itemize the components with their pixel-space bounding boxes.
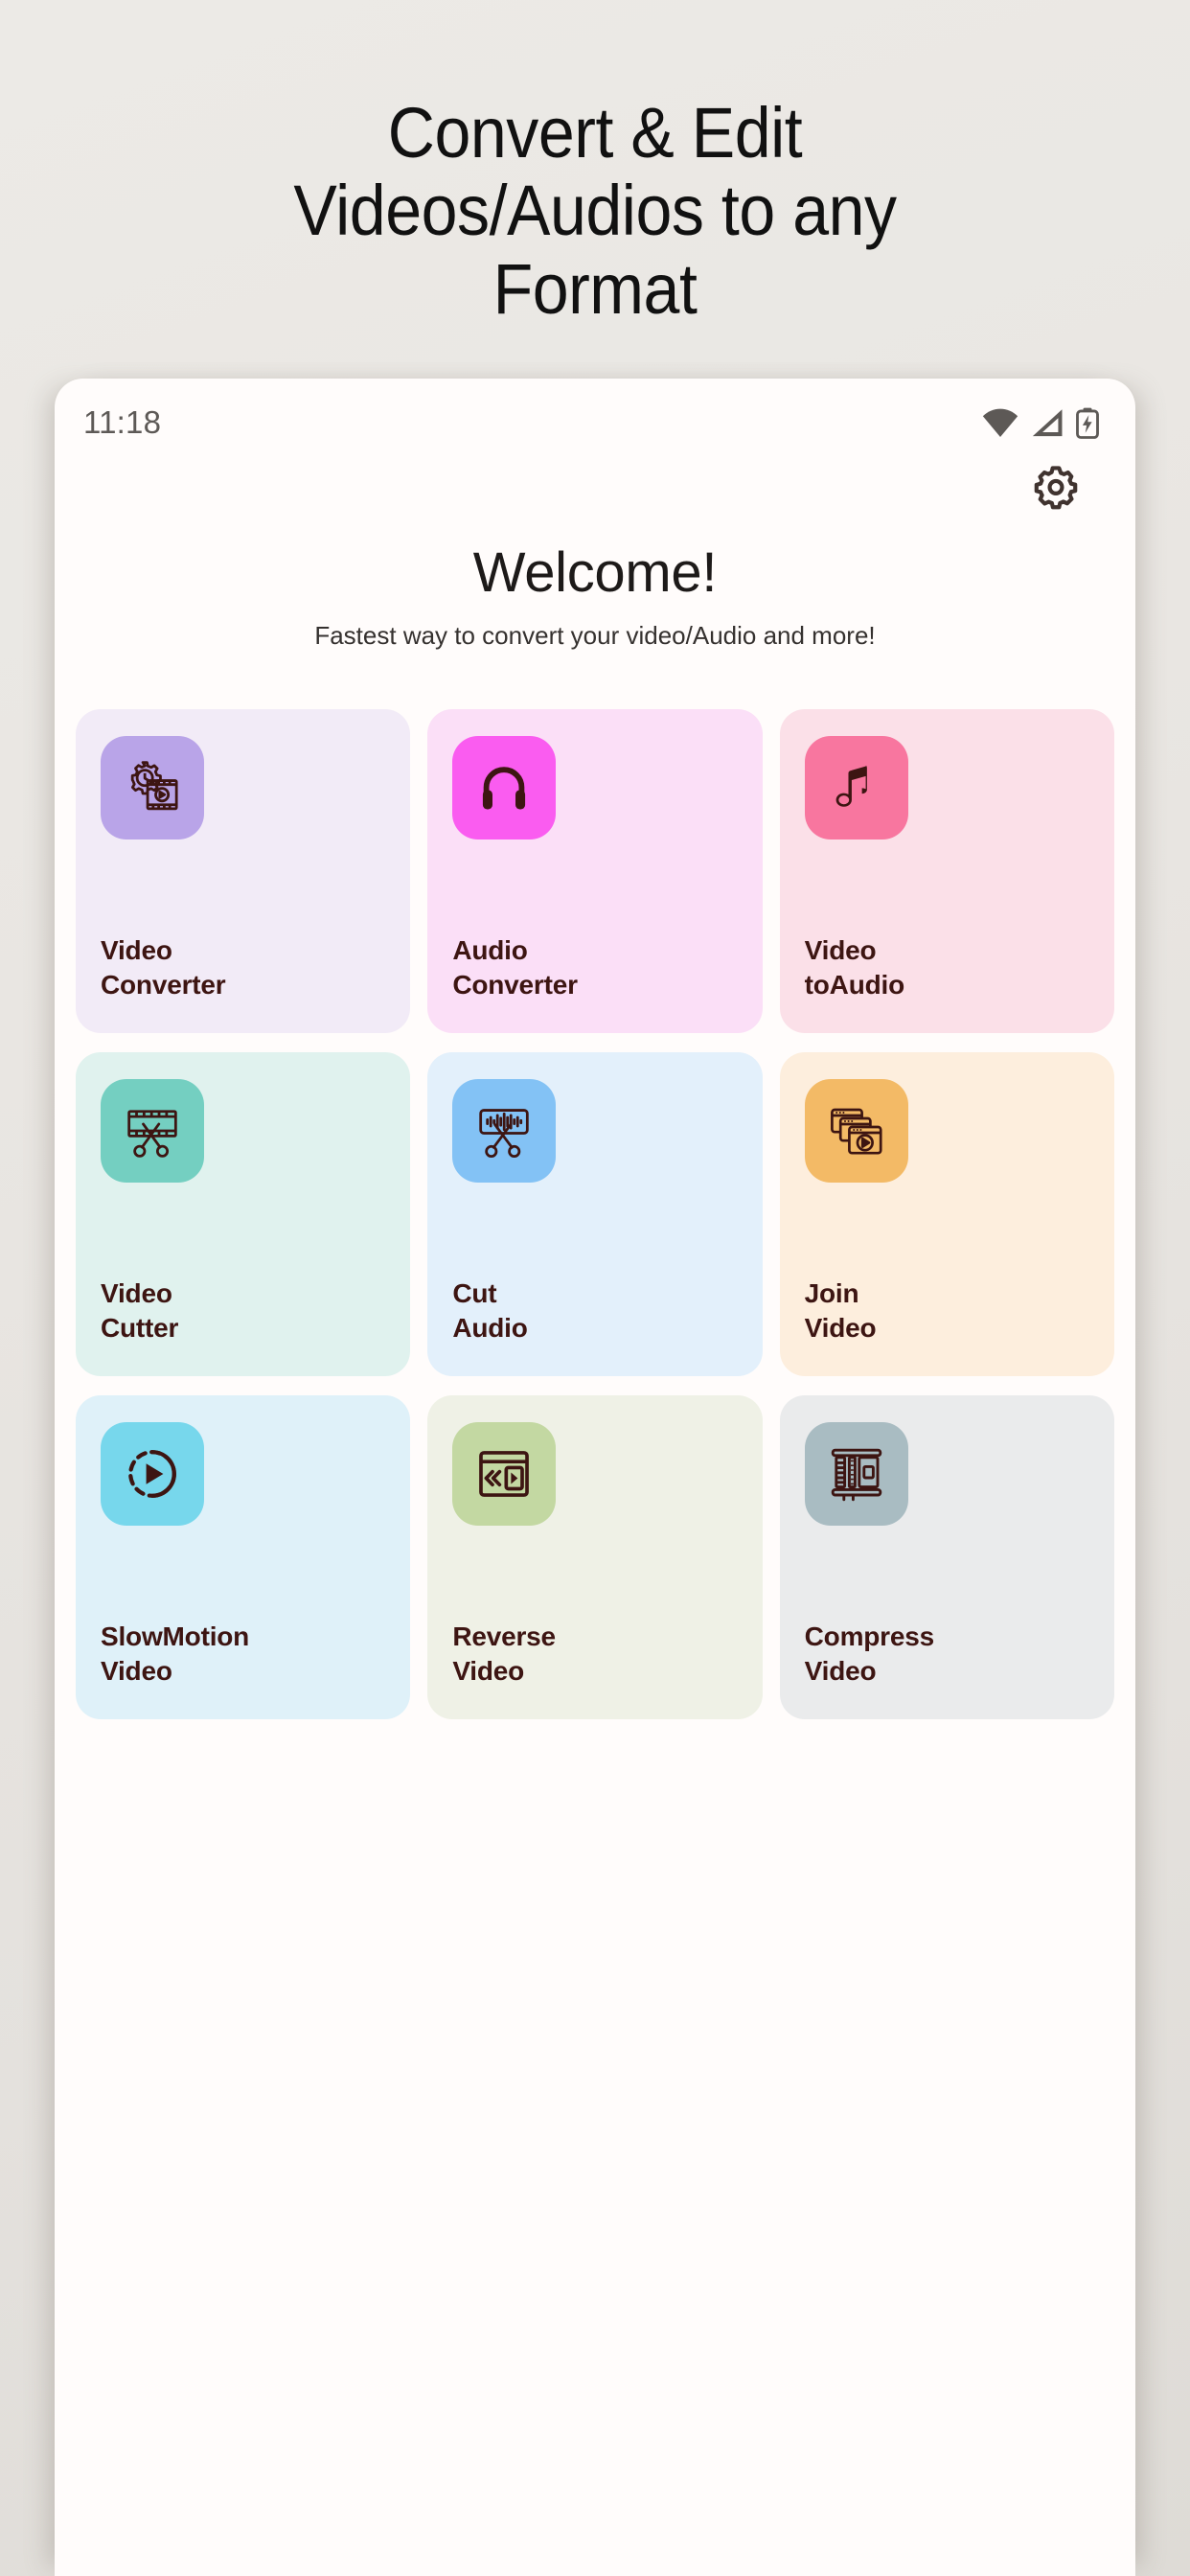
tile-label: Compress Video [804, 1622, 935, 1687]
status-bar: 11:18 [55, 379, 1135, 467]
tile-join-video[interactable]: Join Video [779, 1052, 1114, 1376]
tile-label: Reverse Video [452, 1622, 556, 1687]
tile-compress-video[interactable]: Compress Video [779, 1395, 1114, 1719]
headline-line-2: Videos/Audios to any [293, 171, 897, 251]
feature-grid: Video Converter Audio Converter Video to… [55, 709, 1135, 1719]
tile-label: Video toAudio [804, 935, 905, 1000]
compress-film-icon [831, 1448, 881, 1502]
welcome-subtitle: Fastest way to convert your video/Audio … [314, 620, 876, 650]
compress-film-icon-wrap [804, 1422, 908, 1526]
tile-cut-audio[interactable]: Cut Audio [427, 1052, 763, 1376]
headline-line-3: Format [492, 248, 698, 329]
stacked-windows-play-icon [830, 1108, 882, 1155]
tile-label: Cut Audio [452, 1278, 528, 1344]
stacked-windows-play-icon-wrap [804, 1079, 908, 1183]
music-note-icon-wrap [804, 736, 908, 840]
slow-motion-play-icon [128, 1450, 176, 1498]
battery-charging-icon [1076, 407, 1099, 439]
tile-video-converter[interactable]: Video Converter [76, 709, 411, 1033]
tile-video-cutter[interactable]: Video Cutter [76, 1052, 411, 1376]
video-gear-icon-wrap [101, 736, 204, 840]
tile-reverse-video[interactable]: Reverse Video [427, 1395, 763, 1719]
welcome-title: Welcome! [472, 541, 718, 604]
reverse-play-window-icon [479, 1451, 530, 1497]
gear-icon [1032, 463, 1080, 511]
status-bar-icons [982, 407, 1099, 439]
welcome-section: Welcome! Fastest way to convert your vid… [55, 541, 1135, 654]
cellular-signal-icon [1031, 408, 1064, 437]
music-note-icon [835, 766, 867, 807]
promo-headline: Convert & Edit Videos/Audios to any Form… [48, 93, 1143, 329]
status-bar-time: 11:18 [83, 404, 162, 440]
headphones-icon [483, 767, 526, 810]
settings-button[interactable] [1026, 457, 1086, 517]
headline-line-1: Convert & Edit [387, 93, 803, 172]
tile-video-to-audio[interactable]: Video toAudio [779, 709, 1114, 1033]
waveform-scissors-icon [479, 1109, 530, 1158]
slow-motion-play-icon-wrap [101, 1422, 204, 1526]
film-scissors-icon [127, 1110, 177, 1158]
reverse-play-window-icon-wrap [452, 1422, 557, 1526]
tile-label: Video Converter [101, 935, 226, 1000]
tile-label: Audio Converter [452, 935, 578, 1000]
tile-audio-converter[interactable]: Audio Converter [427, 709, 763, 1033]
waveform-scissors-icon-wrap [452, 1079, 557, 1183]
headphones-icon-wrap [452, 736, 557, 840]
tile-label: Join Video [804, 1278, 877, 1344]
tile-label: SlowMotion Video [101, 1622, 250, 1687]
film-scissors-icon-wrap [101, 1079, 204, 1183]
tile-slowmotion-video[interactable]: SlowMotion Video [76, 1395, 411, 1719]
wifi-icon [982, 408, 1018, 437]
phone-mockup: 11:18 Welcome! Fastest way to convert yo… [55, 379, 1135, 2576]
tile-label: Video Cutter [101, 1278, 179, 1344]
video-gear-icon [121, 756, 184, 819]
app-header [55, 457, 1135, 517]
